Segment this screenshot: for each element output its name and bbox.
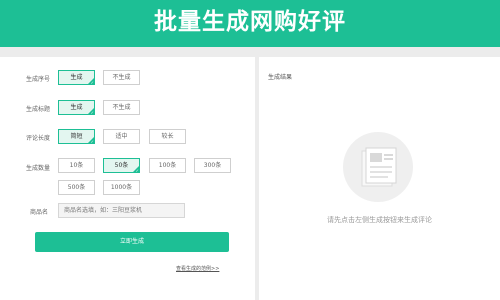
page-title: 批量生成网购好评 — [154, 9, 346, 35]
serial-label: 生成序号 — [25, 76, 50, 83]
count-option-300[interactable]: 300条 — [194, 158, 231, 173]
result-title: 生成结果 — [268, 74, 293, 81]
header-banner: 批量生成网购好评 — [0, 0, 500, 47]
heading-option-skip[interactable]: 不生成 — [103, 100, 140, 115]
view-example-link[interactable]: 查看生成的范例>> — [176, 265, 219, 272]
count-option-100[interactable]: 100条 — [149, 158, 186, 173]
length-option-medium[interactable]: 适中 — [103, 129, 140, 144]
count-option-10[interactable]: 10条 — [58, 158, 95, 173]
count-option-500[interactable]: 500条 — [58, 180, 95, 195]
heading-label: 生成标题 — [25, 106, 50, 113]
length-option-short[interactable]: 简短 — [58, 129, 95, 144]
generate-button[interactable]: 立即生成 — [35, 232, 229, 252]
options-panel — [0, 57, 255, 300]
product-label: 商品名 — [29, 209, 48, 216]
product-name-input[interactable] — [58, 203, 185, 218]
length-label: 评论长度 — [25, 135, 50, 142]
serial-option-skip[interactable]: 不生成 — [103, 70, 140, 85]
length-option-long[interactable]: 较长 — [149, 129, 186, 144]
empty-state-text: 请先点击左侧生成按钮来生成评论 — [327, 216, 432, 224]
document-illustration-icon — [343, 132, 413, 202]
count-option-50[interactable]: 50条 — [103, 158, 140, 173]
heading-option-generate[interactable]: 生成 — [58, 100, 95, 115]
count-option-1000[interactable]: 1000条 — [103, 180, 140, 195]
count-label: 生成数量 — [25, 165, 50, 172]
serial-option-generate[interactable]: 生成 — [58, 70, 95, 85]
